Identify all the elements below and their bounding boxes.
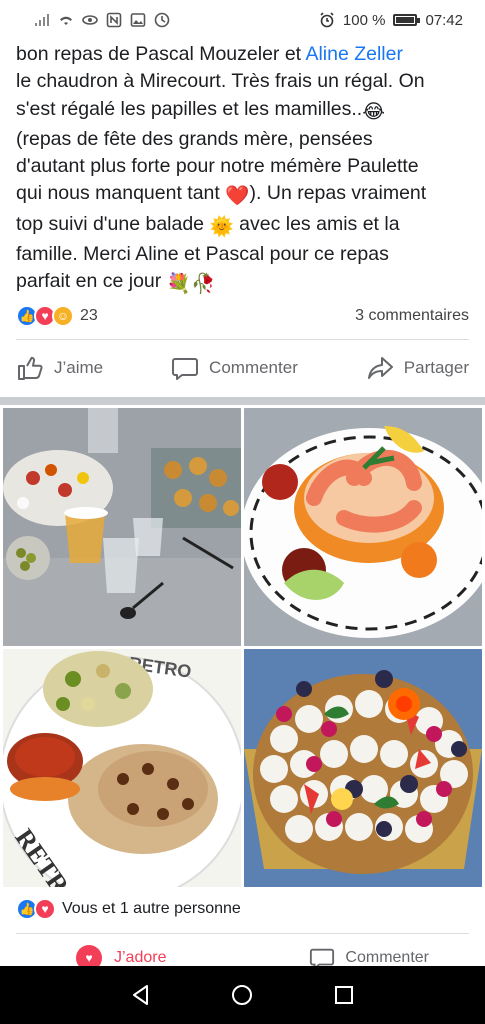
reactions-summary: 👍 ♥ ☺ 23 3 commentaires: [16, 302, 469, 330]
post-line: top suivi d'une balade 🌞 avec les amis e…: [16, 211, 476, 241]
post-line: le chaudron à Mirecourt. Très frais un r…: [16, 70, 425, 93]
section-separator: [0, 397, 485, 405]
post-text-span: qui nous manquent tant: [16, 182, 226, 205]
like-button[interactable]: J’aime: [16, 354, 103, 382]
thumbs-up-icon: [18, 356, 43, 380]
heart-emoji: ❤️: [225, 185, 250, 208]
sun-emoji: 🌞: [209, 215, 234, 238]
alarm-icon: [320, 12, 334, 28]
post-line: bon repas de Pascal Mouzeler et Aline Ze…: [16, 41, 476, 68]
post-action-bar: J’aime Commenter Partager: [16, 345, 469, 391]
photo-reactions-summary[interactable]: 👍 ♥ Vous et 1 autre personne: [16, 898, 241, 920]
share-label: Partager: [403, 358, 469, 377]
post-line: s'est régalé les papilles et les mamille…: [16, 96, 476, 126]
post-line: d'autant plus forte pour notre mémère Pa…: [16, 155, 419, 178]
clock-icon: [154, 12, 170, 28]
battery-icon: [393, 14, 421, 26]
comments-count-link[interactable]: 3 commentaires: [355, 307, 469, 325]
post-line: (repas de fête des grands mère, pensées: [16, 127, 373, 150]
home-icon[interactable]: [230, 983, 254, 1007]
post-line: parfait en ce jour 💐🥀: [16, 268, 476, 298]
post-text-span: avec les amis et la: [233, 212, 400, 235]
share-icon: [367, 357, 393, 379]
laughing-emoji: 😂: [362, 100, 385, 123]
post-text-span: top suivi d'une balade: [16, 212, 210, 235]
battery-percent: 100 %: [342, 11, 386, 29]
photo-appetizers-image: [3, 408, 241, 646]
reactions-button[interactable]: 👍 ♥ ☺ 23: [16, 305, 98, 327]
back-icon[interactable]: [129, 983, 153, 1007]
care-reaction-icon: ☺: [52, 305, 74, 327]
post-text: bon repas de Pascal Mouzeler et Aline Ze…: [16, 41, 476, 299]
nfc-icon: [106, 12, 122, 28]
status-bar: 100 % 07:42: [0, 0, 485, 40]
post-line: famille. Merci Aline et Pascal pour ce r…: [16, 243, 389, 266]
eye-icon: [82, 15, 98, 25]
battery-level: [396, 17, 415, 23]
post-line: qui nous manquent tant ❤️). Un repas vra…: [16, 180, 476, 210]
love-reaction-icon: ♥: [34, 898, 56, 920]
wifi-icon: [60, 16, 72, 25]
status-icons-right: 100 % 07:42: [319, 12, 463, 29]
divider: [16, 933, 469, 934]
photo-shrimp-starter-image: [244, 408, 482, 646]
post-text-span: parfait en ce jour: [16, 270, 167, 293]
image-notification-icon: [130, 13, 146, 27]
like-label: J’aime: [54, 358, 104, 377]
adore-label: J’adore: [114, 949, 167, 966]
system-navigation-bar: [0, 966, 485, 1024]
clock-time: 07:42: [425, 11, 463, 29]
post-text-span: ). Un repas vraiment: [249, 182, 427, 205]
flowers-emoji: 💐🥀: [166, 273, 216, 296]
photo-main-course-image: RETRO RETRO: [3, 649, 241, 887]
signal-icon: [35, 14, 49, 26]
comment-label: Commenter: [209, 358, 298, 377]
photo-main-course[interactable]: RETRO RETRO: [3, 649, 241, 887]
reactions-label: Vous et 1 autre personne: [62, 900, 241, 917]
reaction-count: 23: [80, 307, 98, 324]
photo-dessert-tart-image: [244, 649, 482, 887]
post-text-span: bon repas de Pascal Mouzeler et: [16, 43, 306, 65]
recents-icon[interactable]: [332, 983, 356, 1007]
comment-icon: [172, 358, 199, 380]
photo-dessert-tart[interactable]: [244, 649, 482, 887]
photo-comment-label: Commenter: [345, 949, 429, 966]
post-text-span: s'est régalé les papilles et les mamille…: [16, 97, 363, 120]
mention-link[interactable]: Aline Zeller: [305, 43, 403, 65]
comment-button[interactable]: Commenter: [171, 354, 298, 382]
photo-shrimp-starter[interactable]: [244, 408, 482, 646]
status-icons-left: [34, 12, 170, 28]
share-button[interactable]: Partager: [366, 354, 469, 382]
divider: [16, 339, 469, 340]
photo-appetizers[interactable]: [3, 408, 241, 646]
